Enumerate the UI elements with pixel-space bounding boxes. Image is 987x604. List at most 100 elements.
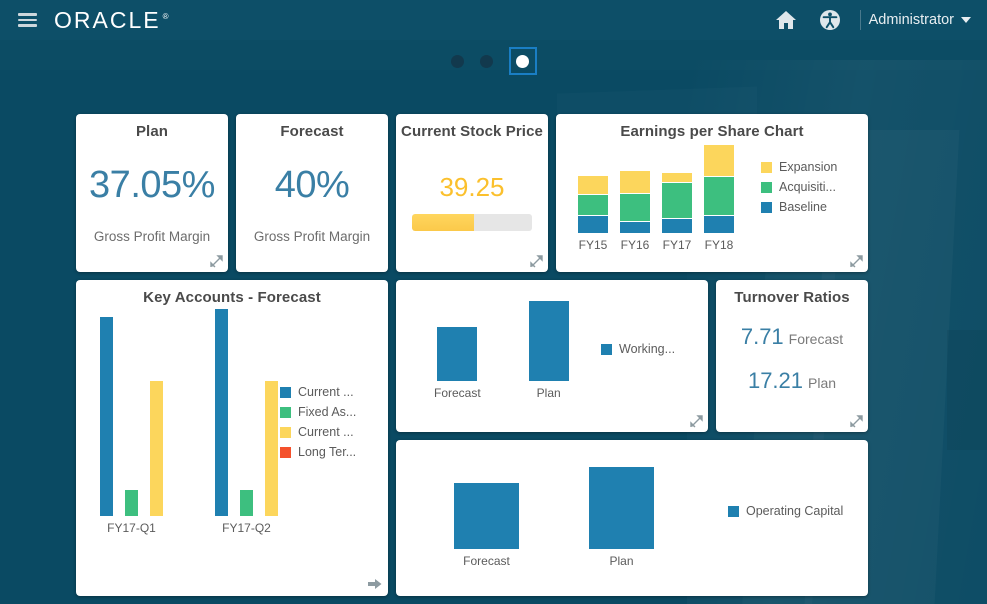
stock-progress-track [412,214,532,231]
chart-category-group: FY17-Q2 [215,309,278,535]
dashboard-pager [0,46,987,76]
legend-item[interactable]: Working... [601,342,675,356]
chart-bar-segment[interactable] [662,218,692,233]
chart-bar-segment[interactable] [578,194,608,217]
chart-bar-segment[interactable] [578,216,608,233]
chart-category-group: Plan [589,467,654,568]
operating-capital-chart-legend: Operating Capital [728,504,843,524]
pager-dot-3-inner [516,54,529,68]
key-accounts-chart-legend: Current ... Fixed As... Current ... Long Te… [280,385,356,465]
chart-stacked-bar[interactable] [662,141,692,233]
chart-axis-label: FY18 [704,238,734,252]
chart-bar-segment[interactable] [620,194,650,223]
pager-dot-2[interactable] [479,54,493,68]
chevron-down-icon [961,17,971,23]
legend-item[interactable]: Current ... [280,385,356,399]
legend-item[interactable]: Fixed As... [280,405,356,419]
user-menu-label: Administrator [868,12,954,28]
tile-plan-kpi[interactable]: Plan 37.05% Gross Profit Margin [76,114,228,272]
chart-axis-label: FY17-Q2 [222,521,271,535]
chart-bar-set [100,309,163,516]
chart-bar-segment[interactable] [662,172,692,183]
legend-label: Long Ter... [298,445,357,459]
legend-swatch-icon [761,181,772,193]
chart-bar[interactable] [240,490,253,516]
chart-axis-label: Forecast [463,554,510,568]
resize-handle-icon[interactable] [690,415,703,428]
hamburger-menu-icon[interactable] [8,13,46,27]
tile-forecast-kpi[interactable]: Forecast 40% Gross Profit Margin [236,114,388,272]
tile-forecast-title: Forecast [280,123,344,140]
chart-bar[interactable] [100,316,113,516]
oracle-logo-trademark: ® [162,11,171,21]
chart-bar-set [589,467,654,549]
operating-capital-chart-plot: Forecast Plan [454,467,684,568]
chart-stacked-bar[interactable] [620,141,650,233]
legend-label: Fixed As... [298,405,357,419]
chart-bar-segment[interactable] [620,171,650,195]
chart-bar[interactable] [437,326,478,381]
chart-category-group: FY15 [578,141,608,252]
resize-handle-icon[interactable] [530,255,543,268]
tile-key-accounts-forecast[interactable]: Key Accounts - Forecast FY17-Q1 FY17-Q2 C… [76,280,388,596]
legend-item[interactable]: Baseline [761,200,837,214]
key-accounts-chart-plot: FY17-Q1 FY17-Q2 [100,309,300,535]
accessibility-icon[interactable] [808,0,852,40]
chart-axis-label: FY17 [662,238,692,252]
chart-category-group: FY17-Q1 [100,309,163,535]
chart-bar[interactable] [215,309,228,516]
legend-label: Baseline [779,200,827,214]
tile-operating-capital-chart[interactable]: Forecast Plan Operating Capital [396,440,868,596]
working-capital-chart-legend: Working... [601,342,675,362]
chart-bar-segment[interactable] [620,222,650,233]
chart-bar-segment[interactable] [704,216,734,233]
chart-bar[interactable] [150,380,163,516]
tile-plan-title: Plan [135,123,169,140]
legend-item[interactable]: Acquisiti... [761,180,837,194]
chart-bar-set [620,141,650,233]
chart-bar[interactable] [528,301,569,381]
resize-handle-icon[interactable] [850,255,863,268]
legend-swatch-icon [280,426,291,438]
legend-item[interactable]: Operating Capital [728,504,843,518]
chart-category-group: FY18 [704,141,734,252]
tile-forecast-subtitle: Gross Profit Margin [253,229,371,244]
chart-category-group: Forecast [434,301,481,400]
chart-bar-segment[interactable] [704,145,734,177]
chart-bar[interactable] [589,467,654,549]
legend-swatch-icon [280,406,291,418]
chart-axis-label: Plan [609,554,634,568]
turnover-plan-label: Plan [808,375,837,391]
chart-bar[interactable] [125,490,138,516]
chart-category-group: FY17 [662,141,692,252]
chart-bar-segment[interactable] [662,182,692,219]
chart-stacked-bar[interactable] [578,141,608,233]
arrow-right-icon[interactable] [368,578,382,590]
chart-bar-segment[interactable] [578,175,608,195]
tile-key-accounts-title: Key Accounts - Forecast [143,289,321,306]
chart-bar[interactable] [454,483,519,549]
tile-earnings-per-share-chart[interactable]: Earnings per Share Chart FY15 FY16 FY17 FY1… [556,114,868,272]
legend-item[interactable]: Long Ter... [280,445,356,459]
tile-current-stock-price[interactable]: Current Stock Price 39.25 [396,114,548,272]
tile-working-capital-chart[interactable]: Forecast Plan Working... [396,280,708,432]
resize-handle-icon[interactable] [210,255,223,268]
pager-dot-1[interactable] [450,54,464,68]
legend-item[interactable]: Expansion [761,160,837,174]
tile-plan-value: 37.05% [89,164,215,206]
tile-turnover-ratios[interactable]: Turnover Ratios 7.71 Forecast 17.21 Plan [716,280,868,432]
chart-bar-segment[interactable] [704,176,734,217]
chart-bar-set [662,141,692,233]
chart-stacked-bar[interactable] [704,141,734,233]
user-menu[interactable]: Administrator [869,12,973,28]
turnover-forecast-label: Forecast [788,331,844,347]
oracle-logo: ORACLE ® [54,7,171,34]
pager-dot-3-selected[interactable] [508,47,537,75]
working-capital-chart-plot: Forecast Plan [434,301,584,400]
global-header: ORACLE ® Administrator [0,0,987,40]
chart-bar[interactable] [265,380,278,516]
home-icon[interactable] [764,0,808,40]
tile-stock-value: 39.25 [439,172,505,202]
resize-handle-icon[interactable] [850,415,863,428]
legend-item[interactable]: Current ... [280,425,356,439]
